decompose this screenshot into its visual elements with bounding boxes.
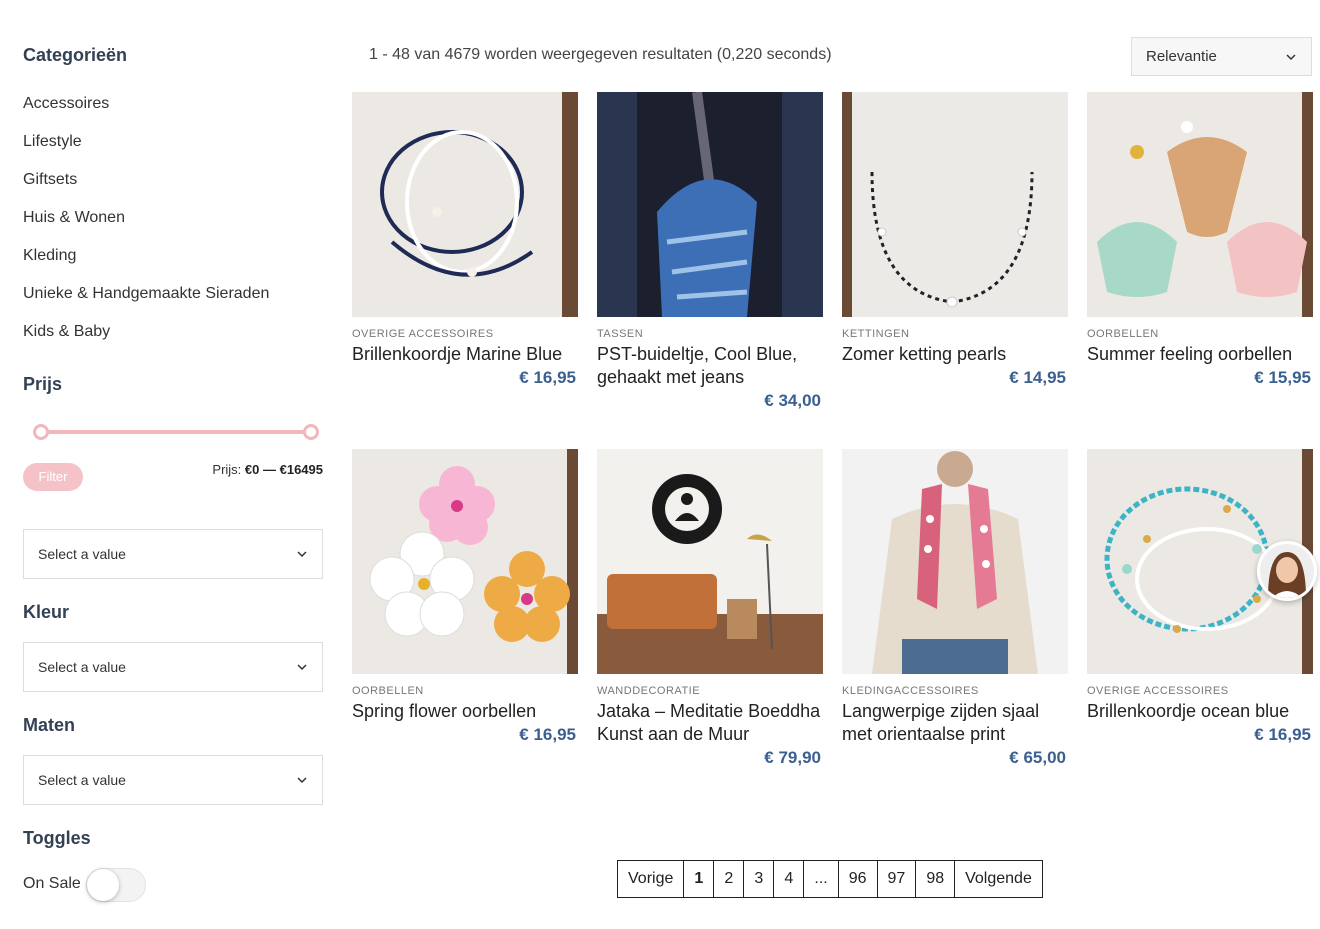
pagination-prev[interactable]: Vorige — [618, 861, 685, 897]
product-category: OORBELLEN — [1087, 328, 1159, 340]
pagination-page-4[interactable]: 4 — [774, 861, 805, 897]
color-select[interactable]: Select a value — [23, 642, 323, 692]
product-title[interactable]: Zomer ketting pearls — [842, 343, 1068, 366]
product-image[interactable] — [1087, 92, 1313, 317]
select-placeholder: Select a value — [38, 659, 126, 675]
on-sale-label: On Sale — [23, 875, 81, 892]
product-category: KLEDINGACCESSOIRES — [842, 685, 979, 697]
sizes-heading: Maten — [23, 715, 76, 735]
sort-value: Relevantie — [1146, 48, 1217, 65]
category-link-huis-wonen[interactable]: Huis & Wonen — [23, 209, 125, 227]
category-link-sieraden[interactable]: Unieke & Handgemaakte Sieraden — [23, 285, 269, 303]
select-placeholder: Select a value — [38, 546, 126, 562]
category-link-giftsets[interactable]: Giftsets — [23, 171, 77, 189]
product-price: € 15,95 — [1254, 368, 1311, 387]
attribute-select-1[interactable]: Select a value — [23, 529, 323, 579]
product-image[interactable] — [352, 449, 578, 674]
category-link-kleding[interactable]: Kleding — [23, 247, 76, 265]
category-link-lifestyle[interactable]: Lifestyle — [23, 133, 82, 151]
product-title[interactable]: Brillenkoordje Marine Blue — [352, 343, 578, 366]
product-image[interactable] — [352, 92, 578, 317]
product-image[interactable] — [842, 449, 1068, 674]
product-price: € 14,95 — [1009, 368, 1066, 387]
categories-heading: Categorieën — [23, 45, 128, 65]
product-image[interactable] — [597, 92, 823, 317]
product-category: OORBELLEN — [352, 685, 424, 697]
color-heading: Kleur — [23, 602, 70, 622]
pagination-page-3[interactable]: 3 — [744, 861, 775, 897]
price-heading: Prijs — [23, 374, 63, 394]
price-slider-max-handle[interactable] — [303, 424, 319, 440]
chevron-down-icon — [1286, 53, 1296, 60]
chevron-down-icon — [297, 551, 307, 558]
select-placeholder: Select a value — [38, 772, 126, 788]
pagination-page-1[interactable]: 1 — [684, 861, 715, 897]
product-card[interactable]: OORBELLEN Spring flower oorbellen € 16,9… — [352, 449, 578, 747]
chat-avatar[interactable] — [1257, 541, 1317, 601]
product-title[interactable]: Jataka – Meditatie Boeddha Kunst aan de … — [597, 700, 823, 746]
product-card[interactable]: TASSEN PST-buideltje, Cool Blue, gehaakt… — [597, 92, 823, 413]
product-title[interactable]: Langwerpige zijden sjaal met orientaalse… — [842, 700, 1068, 746]
product-card[interactable]: KLEDINGACCESSOIRES Langwerpige zijden sj… — [842, 449, 1068, 770]
product-category: TASSEN — [597, 328, 644, 340]
product-title[interactable]: Spring flower oorbellen — [352, 700, 578, 723]
product-image[interactable] — [597, 449, 823, 674]
product-price: € 16,95 — [1254, 725, 1311, 744]
product-category: KETTINGEN — [842, 328, 910, 340]
product-card[interactable]: WANDDECORATIE Jataka – Meditatie Boeddha… — [597, 449, 823, 770]
price-filter-button[interactable]: Filter — [23, 463, 83, 491]
pagination: Vorige 1 2 3 4 ... 96 97 98 Volgende — [617, 860, 1043, 898]
price-range-label: Prijs: €0 — €16495 — [212, 462, 323, 477]
product-title[interactable]: Brillenkoordje ocean blue — [1087, 700, 1313, 723]
pagination-page-98[interactable]: 98 — [916, 861, 956, 897]
product-title[interactable]: Summer feeling oorbellen — [1087, 343, 1313, 366]
product-category: OVERIGE ACCESSOIRES — [352, 328, 494, 340]
price-slider-track[interactable] — [41, 430, 313, 434]
size-select[interactable]: Select a value — [23, 755, 323, 805]
result-count: 1 - 48 van 4679 worden weergegeven resul… — [369, 46, 832, 63]
toggles-heading: Toggles — [23, 828, 91, 848]
sort-select[interactable]: Relevantie — [1131, 37, 1312, 76]
product-category: OVERIGE ACCESSOIRES — [1087, 685, 1229, 697]
category-link-accessoires[interactable]: Accessoires — [23, 95, 109, 113]
product-price: € 79,90 — [764, 748, 821, 767]
product-price: € 65,00 — [1009, 748, 1066, 767]
product-card[interactable]: KETTINGEN Zomer ketting pearls € 14,95 — [842, 92, 1068, 390]
price-slider-min-handle[interactable] — [33, 424, 49, 440]
product-image[interactable] — [842, 92, 1068, 317]
product-card[interactable]: OORBELLEN Summer feeling oorbellen € 15,… — [1087, 92, 1313, 390]
pagination-page-96[interactable]: 96 — [838, 861, 878, 897]
pagination-page-2[interactable]: 2 — [714, 861, 745, 897]
product-price: € 34,00 — [764, 391, 821, 410]
pagination-ellipsis: ... — [804, 861, 839, 897]
product-card[interactable]: OVERIGE ACCESSOIRES Brillenkoordje Marin… — [352, 92, 578, 390]
product-category: WANDDECORATIE — [597, 685, 701, 697]
on-sale-toggle[interactable] — [86, 868, 146, 902]
pagination-next[interactable]: Volgende — [955, 861, 1042, 897]
chevron-down-icon — [297, 777, 307, 784]
product-price: € 16,95 — [519, 368, 576, 387]
product-title[interactable]: PST-buideltje, Cool Blue, gehaakt met je… — [597, 343, 823, 389]
toggle-knob — [87, 869, 119, 901]
price-prefix: Prijs: — [212, 462, 242, 477]
pagination-page-97[interactable]: 97 — [877, 861, 917, 897]
chevron-down-icon — [297, 664, 307, 671]
price-range-value: €0 — €16495 — [244, 462, 323, 477]
category-link-kids-baby[interactable]: Kids & Baby — [23, 323, 110, 341]
product-price: € 16,95 — [519, 725, 576, 744]
